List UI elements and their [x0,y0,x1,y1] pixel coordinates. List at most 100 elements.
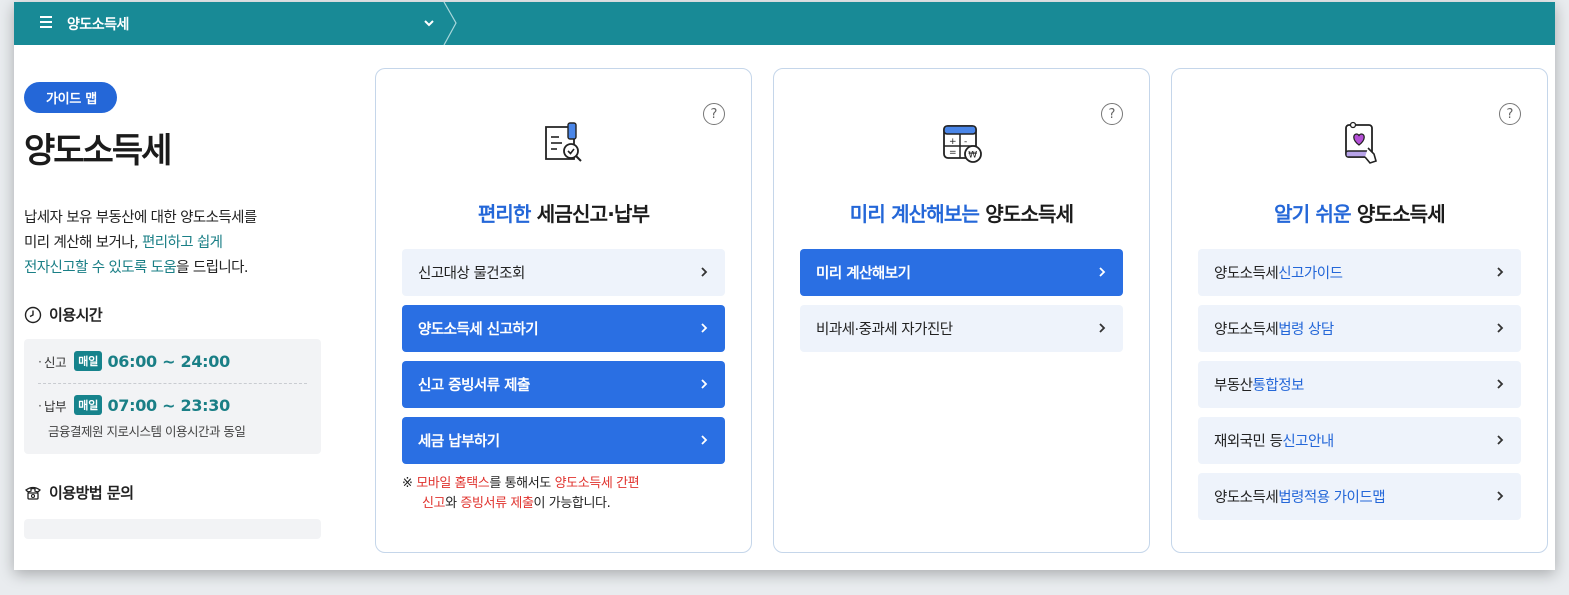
real-estate-info-button[interactable]: 부동산 통합정보 [1198,361,1521,408]
chevron-right-icon [701,435,708,445]
note-line: 신고와 증빙서류 제출이 가능합니다. [402,494,639,514]
chevron-right-icon [1497,379,1504,389]
button-label: 미리 계산해보기 [816,266,911,282]
chevron-right-icon [701,267,708,277]
chevron-right-icon [1099,323,1106,333]
file-tax-return-button[interactable]: 양도소득세 신고하기 [402,305,725,352]
button-label: 비과세·중과세 자가진단 [816,322,953,338]
chevron-right-icon [1099,267,1106,277]
button-label-highlight: 통합정보 [1252,378,1305,394]
calculate-tax-button[interactable]: 미리 계산해보기 [800,249,1123,296]
button-label-highlight: 법령적용 가이드맵 [1278,490,1386,506]
button-label: 재외국민 등 [1214,434,1283,450]
daily-badge: 매일 [74,395,103,415]
card-calculator: ? + - = ₩ 미리 계산해보는 양도소득세 미리 계산해보기 비과세·중과… [773,68,1150,553]
filing-hours-row: · 신고 매일 06:00 ~ 24:00 [38,351,230,371]
button-label-highlight: 신고안내 [1282,434,1334,450]
daily-badge: 매일 [74,351,103,371]
guide-intro-panel: 가이드 맵 양도소득세 납세자 보유 부동산에 대한 양도소득세를 미리 계산해… [24,82,324,539]
submit-documents-button[interactable]: 신고 증빙서류 제출 [402,361,725,408]
button-label: 부동산 [1214,378,1253,394]
chevron-right-icon [1497,435,1504,445]
chevron-right-icon [701,379,708,389]
hours-title: 이용시간 [49,306,103,324]
property-lookup-button[interactable]: 신고대상 물건조회 [402,249,725,296]
hours-heading: 이용시간 [24,304,324,325]
heading-text: 세금신고·납부 [530,202,650,226]
payment-hours: 07:00 ~ 23:30 [107,395,230,415]
note-mark: ※ [402,476,417,491]
page-description: 납세자 보유 부동산에 대한 양도소득세를 미리 계산해 보거나, 편리하고 쉽… [24,206,324,281]
card-heading: 편리한 세금신고·납부 [376,198,751,227]
law-application-guide-map-button[interactable]: 양도소득세 법령적용 가이드맵 [1198,473,1521,520]
chevron-right-icon [1497,323,1504,333]
filing-hours: 06:00 ~ 24:00 [107,351,230,371]
note-text: 를 통해서도 [489,476,555,491]
desc-highlight: 전자신고할 수 있도록 도움 [24,260,177,276]
desc-line: 납세자 보유 부동산에 대한 양도소득세를 [24,210,257,226]
self-diagnosis-button[interactable]: 비과세·중과세 자가진단 [800,305,1123,352]
page-title: 양도소득세 [24,131,172,171]
heading-highlight: 편리한 [477,202,532,226]
svg-text:₩: ₩ [968,151,977,161]
chevron-down-icon[interactable] [422,16,436,30]
button-label: 양도소득세 신고하기 [418,322,539,338]
desc-line: 전자신고할 수 있도록 도움을 드립니다. [24,256,324,281]
chevron-right-icon [701,323,708,333]
filing-guide-button[interactable]: 양도소득세 신고가이드 [1198,249,1521,296]
button-label-highlight: 신고가이드 [1278,266,1343,282]
telephone-icon [24,486,42,500]
hamburger-menu-icon[interactable] [40,16,52,28]
chevron-right-icon [1497,267,1504,277]
legal-consultation-button[interactable]: 양도소득세 법령 상담 [1198,305,1521,352]
desc-line: 미리 계산해 보거나, 편리하고 쉽게 [24,231,324,256]
guide-map-badge: 가이드 맵 [24,82,117,113]
top-navigation-bar: 양도소득세 [14,2,1555,45]
note-highlight: 증빙서류 제출 [460,496,534,511]
inquiry-box [24,519,321,539]
note-line: ※ 모바일 홈택스를 통해서도 양도소득세 간편 [402,474,640,494]
svg-text:=: = [949,148,957,158]
inquiry-title: 이용방법 문의 [49,484,134,502]
svg-text:-: - [964,137,967,147]
desc-text: 을 드립니다. [176,260,248,276]
card-heading: 알기 쉬운 양도소득세 [1172,198,1547,227]
hours-box: · 신고 매일 06:00 ~ 24:00 · 납부 매일 07:00 ~ 23… [24,339,321,454]
help-icon[interactable]: ? [1101,103,1123,125]
heading-highlight: 미리 계산해보는 [849,202,980,226]
pay-tax-button[interactable]: 세금 납부하기 [402,417,725,464]
clock-icon [24,306,42,323]
chevron-right-icon [1497,491,1504,501]
desc-text: 미리 계산해 보거나, [24,235,142,251]
card-filing-payment: ? 편리한 세금신고·납부 신고대상 물건조회 양도소득세 신고하기 신고 증빙… [375,68,752,553]
svg-text:+: + [949,137,957,147]
nav-title[interactable]: 양도소득세 [67,14,129,34]
calculator-icon: + - = ₩ [942,125,982,163]
card-heading: 미리 계산해보는 양도소득세 [774,198,1149,227]
heading-text: 양도소득세 [1350,202,1446,226]
button-label: 세금 납부하기 [418,434,500,450]
tax-receipt-icon [544,122,582,162]
desc-highlight: 편리하고 쉽게 [141,235,223,251]
payment-note: 금융결제원 지로시스템 이용시간과 동일 [48,424,246,439]
payment-hours-row: · 납부 매일 07:00 ~ 23:30 [38,395,230,415]
browser-window: 양도소득세 가이드 맵 양도소득세 납세자 보유 부동산에 대한 양도소득세를 … [14,2,1555,570]
button-label: 양도소득세 [1214,490,1279,506]
guide-book-heart-icon [1344,121,1377,164]
card-easy-guide: ? 알기 쉬운 양도소득세 양도소득세 신고가이드 양도소득세 법령 상담 부동… [1171,68,1548,553]
divider [38,383,307,384]
overseas-filing-guide-button[interactable]: 재외국민 등 신고안내 [1198,417,1521,464]
button-label: 양도소득세 [1214,322,1279,338]
heading-highlight: 알기 쉬운 [1274,202,1351,226]
note-highlight: 신고 [422,496,446,511]
help-icon[interactable]: ? [703,103,725,125]
button-label: 신고대상 물건조회 [418,266,525,282]
note-text: 와 [445,496,461,511]
mobile-hometax-note: ※ 모바일 홈택스를 통해서도 양도소득세 간편 신고와 증빙서류 제출이 가능… [402,474,640,514]
filing-label: 신고 [43,354,67,370]
payment-label: 납부 [43,398,67,414]
button-label: 양도소득세 [1214,266,1279,282]
button-label-highlight: 법령 상담 [1278,322,1334,338]
inquiry-heading: 이용방법 문의 [24,482,324,503]
help-icon[interactable]: ? [1499,103,1521,125]
